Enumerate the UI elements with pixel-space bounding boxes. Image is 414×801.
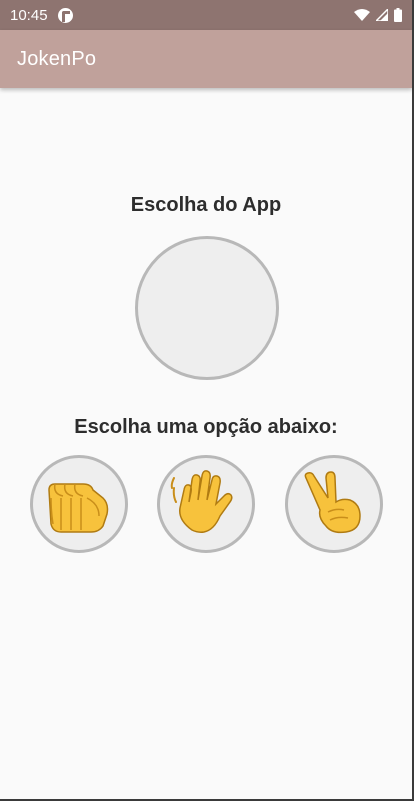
status-icons (354, 8, 402, 22)
game-content: Escolha do App Escolha uma opção abaixo: (0, 88, 412, 799)
scissors-option-button[interactable] (285, 455, 383, 553)
app-title: JokenPo (17, 47, 97, 70)
app-choice-heading: Escolha do App (130, 194, 282, 216)
app-toolbar: JokenPo (0, 30, 412, 88)
battery-icon (394, 8, 402, 22)
status-time: 10:45 (10, 6, 48, 24)
app-choice-image (135, 236, 279, 380)
cell-signal-icon (376, 9, 388, 21)
phone-screen: 10:45 JokenPo Escolha do App Escolha uma… (0, 0, 414, 801)
status-bar: 10:45 (0, 0, 412, 30)
fist-icon (48, 483, 109, 533)
rock-option-button[interactable] (30, 455, 128, 553)
user-choice-heading: Escolha uma opção abaixo: (74, 416, 338, 438)
paper-option-button[interactable] (157, 455, 255, 553)
open-hand-icon (170, 470, 233, 533)
wifi-icon (354, 8, 370, 21)
notification-app-icon (57, 7, 73, 23)
victory-hand-icon (304, 471, 361, 534)
